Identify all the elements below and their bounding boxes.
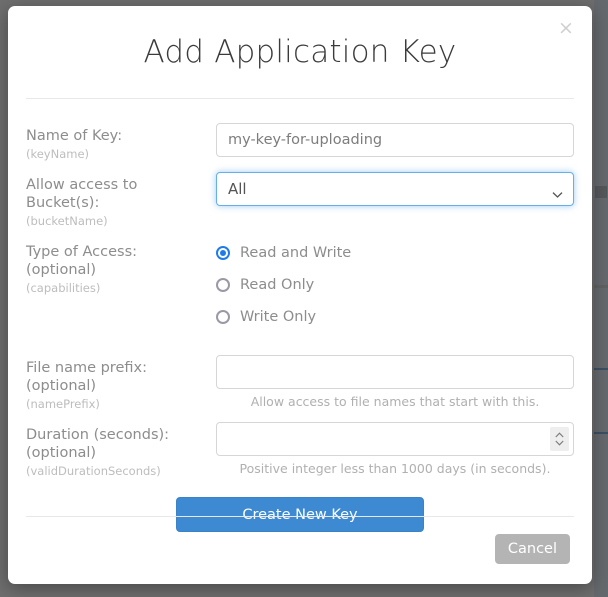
field-row-name-prefix: File name prefix: (optional) (namePrefix… bbox=[26, 355, 574, 412]
radio-icon bbox=[216, 278, 230, 292]
field-row-duration: Duration (seconds): (optional) (validDur… bbox=[26, 422, 574, 479]
dialog-header: × Add Application Key bbox=[8, 6, 592, 98]
label-column: Name of Key: (keyName) bbox=[26, 123, 216, 162]
bucket-select[interactable] bbox=[216, 172, 574, 206]
radio-label: Write Only bbox=[240, 309, 317, 325]
field-label-optional: (optional) bbox=[26, 262, 97, 278]
duration-input-wrapper bbox=[216, 422, 574, 456]
access-radio-group: Read and Write Read Only Write Only bbox=[216, 239, 574, 329]
radio-icon bbox=[216, 310, 230, 324]
name-prefix-help: Allow access to file names that start wi… bbox=[250, 394, 540, 409]
background-rule bbox=[594, 285, 608, 288]
dialog-body: Name of Key: (keyName) Allow access to B… bbox=[8, 99, 592, 532]
radio-label: Read Only bbox=[240, 277, 315, 293]
field-label: Name of Key: bbox=[26, 128, 123, 144]
field-code: (keyName) bbox=[26, 147, 90, 161]
field-row-bucket: Allow access to Bucket(s): (bucketName) bbox=[26, 172, 574, 229]
duration-help: Positive integer less than 1000 days (in… bbox=[239, 461, 551, 476]
input-column: Allow access to file names that start wi… bbox=[216, 355, 574, 410]
radio-label: Read and Write bbox=[240, 245, 352, 261]
field-code: (bucketName) bbox=[26, 214, 108, 228]
field-label-optional: (optional) bbox=[26, 445, 97, 461]
background-page-edge bbox=[594, 0, 608, 597]
radio-read-and-write[interactable]: Read and Write bbox=[216, 241, 574, 265]
page-title: Add Application Key bbox=[143, 34, 457, 70]
input-column bbox=[216, 172, 574, 206]
footer-divider bbox=[26, 516, 574, 517]
field-label: File name prefix: bbox=[26, 360, 147, 376]
input-column: Read and Write Read Only Write Only bbox=[216, 239, 574, 337]
background-rule bbox=[594, 432, 608, 434]
field-label: Allow access to Bucket(s): bbox=[26, 177, 138, 211]
field-label: Type of Access: bbox=[26, 244, 138, 260]
name-prefix-input[interactable] bbox=[216, 355, 574, 389]
field-code: (namePrefix) bbox=[26, 397, 100, 411]
field-code: (capabilities) bbox=[26, 281, 101, 295]
label-column: Duration (seconds): (optional) (validDur… bbox=[26, 422, 216, 479]
background-rule bbox=[594, 368, 608, 370]
input-column bbox=[216, 123, 574, 157]
duration-input[interactable] bbox=[216, 422, 574, 456]
field-label: Duration (seconds): bbox=[26, 427, 170, 443]
add-application-key-dialog: × Add Application Key Name of Key: (keyN… bbox=[8, 6, 592, 584]
radio-read-only[interactable]: Read Only bbox=[216, 273, 574, 297]
dialog-footer: Cancel bbox=[8, 516, 592, 584]
cancel-button[interactable]: Cancel bbox=[494, 534, 570, 564]
spinner-updown-icon[interactable] bbox=[550, 427, 569, 451]
label-column: Type of Access: (optional) (capabilities… bbox=[26, 239, 216, 296]
field-row-key-name: Name of Key: (keyName) bbox=[26, 123, 574, 162]
label-column: File name prefix: (optional) (namePrefix… bbox=[26, 355, 216, 412]
bucket-select-wrapper bbox=[216, 172, 574, 206]
field-code: (validDurationSeconds) bbox=[26, 464, 161, 478]
close-icon[interactable]: × bbox=[554, 16, 578, 40]
radio-icon-selected bbox=[216, 246, 230, 260]
background-text-fragment bbox=[595, 186, 607, 198]
radio-write-only[interactable]: Write Only bbox=[216, 305, 574, 329]
input-column: Positive integer less than 1000 days (in… bbox=[216, 422, 574, 477]
key-name-input[interactable] bbox=[216, 123, 574, 157]
field-label-optional: (optional) bbox=[26, 378, 97, 394]
label-column: Allow access to Bucket(s): (bucketName) bbox=[26, 172, 216, 229]
field-row-capabilities: Type of Access: (optional) (capabilities… bbox=[26, 239, 574, 337]
